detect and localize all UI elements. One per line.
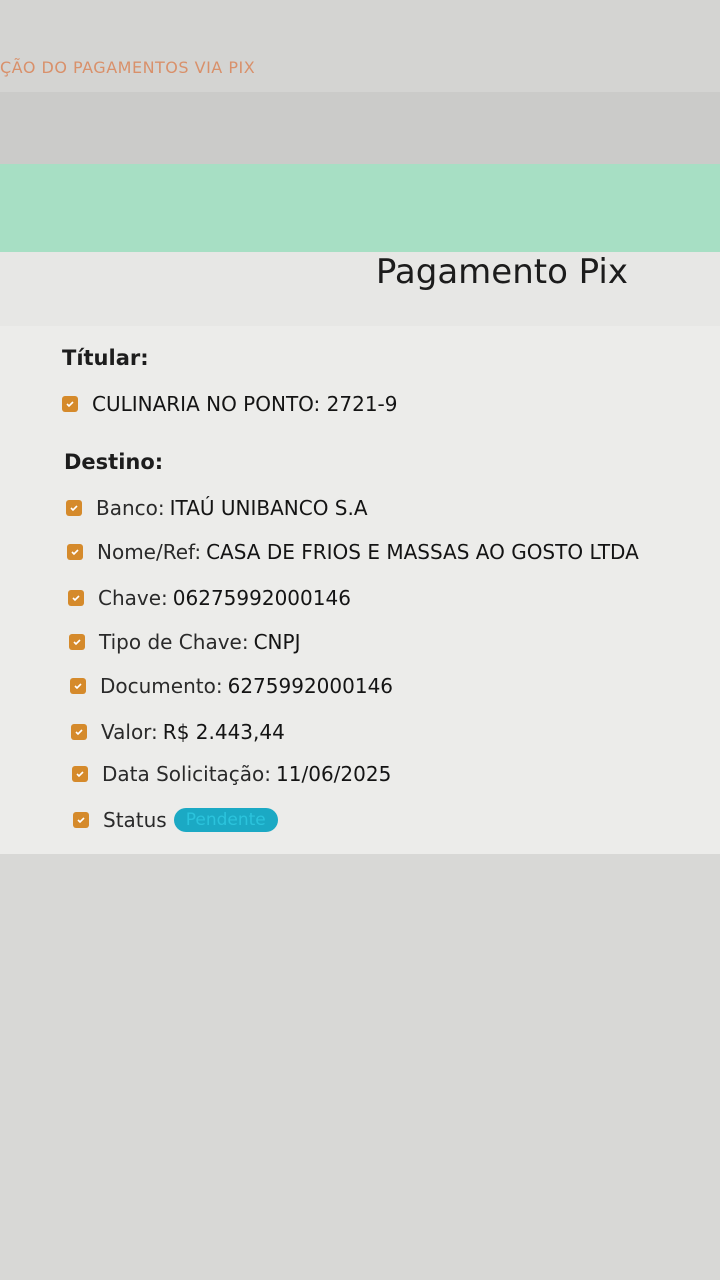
field-label: Documento: [100,674,223,698]
field-row-documento: Documento: 6275992000146 [70,674,393,698]
field-row-chave: Chave: 06275992000146 [68,586,351,610]
field-value: 11/06/2025 [276,762,392,786]
checkbox-icon [62,396,78,412]
page-title: Pagamento Pix [375,252,628,292]
field-row-tipo-chave: Tipo de Chave: CNPJ [69,630,300,654]
breadcrumb: ÇÃO DO PAGAMENTOS VIA PIX [0,58,256,77]
status-badge: Pendente [173,808,278,832]
field-value: ITAÚ UNIBANCO S.A [169,496,368,520]
status-label: Status [103,808,167,832]
destino-heading: Destino: [64,450,164,474]
checkbox-icon [67,544,83,560]
status-banner [0,164,720,252]
checkbox-icon [66,500,82,516]
field-row-status: Status Pendente [73,808,278,832]
checkbox-icon [73,812,89,828]
checkbox-icon [70,678,86,694]
field-value: 6275992000146 [227,674,394,698]
top-bar: ÇÃO DO PAGAMENTOS VIA PIX [0,0,720,92]
checkbox-icon [72,766,88,782]
checkbox-icon [71,724,87,740]
payment-details-card: Títular: CULINARIA NO PONTO: 2721-9 Dest… [0,326,720,854]
titular-name: CULINARIA NO PONTO: 2721-9 [92,392,398,416]
field-row-valor: Valor: R$ 2.443,44 [71,720,285,744]
titular-heading: Títular: [62,346,149,370]
field-label: Valor: [101,720,158,744]
field-label: Nome/Ref: [97,540,202,564]
field-label: Banco: [96,496,165,520]
field-value: CNPJ [253,630,301,654]
checkbox-icon [69,634,85,650]
field-label: Tipo de Chave: [99,630,249,654]
header-band [0,92,720,164]
field-row-nome: Nome/Ref: CASA DE FRIOS E MASSAS AO GOST… [67,540,639,564]
field-value: R$ 2.443,44 [162,720,285,744]
field-row-banco: Banco: ITAÚ UNIBANCO S.A [66,496,368,520]
field-value: CASA DE FRIOS E MASSAS AO GOSTO LTDA [206,540,639,564]
titular-row: CULINARIA NO PONTO: 2721-9 [62,392,398,416]
field-value: 06275992000146 [172,586,351,610]
checkbox-icon [68,590,84,606]
title-row: Pagamento Pix [0,252,720,326]
field-label: Chave: [98,586,168,610]
field-row-data-solicitacao: Data Solicitação: 11/06/2025 [72,762,391,786]
field-label: Data Solicitação: [102,762,272,786]
empty-content-area [0,854,720,1280]
